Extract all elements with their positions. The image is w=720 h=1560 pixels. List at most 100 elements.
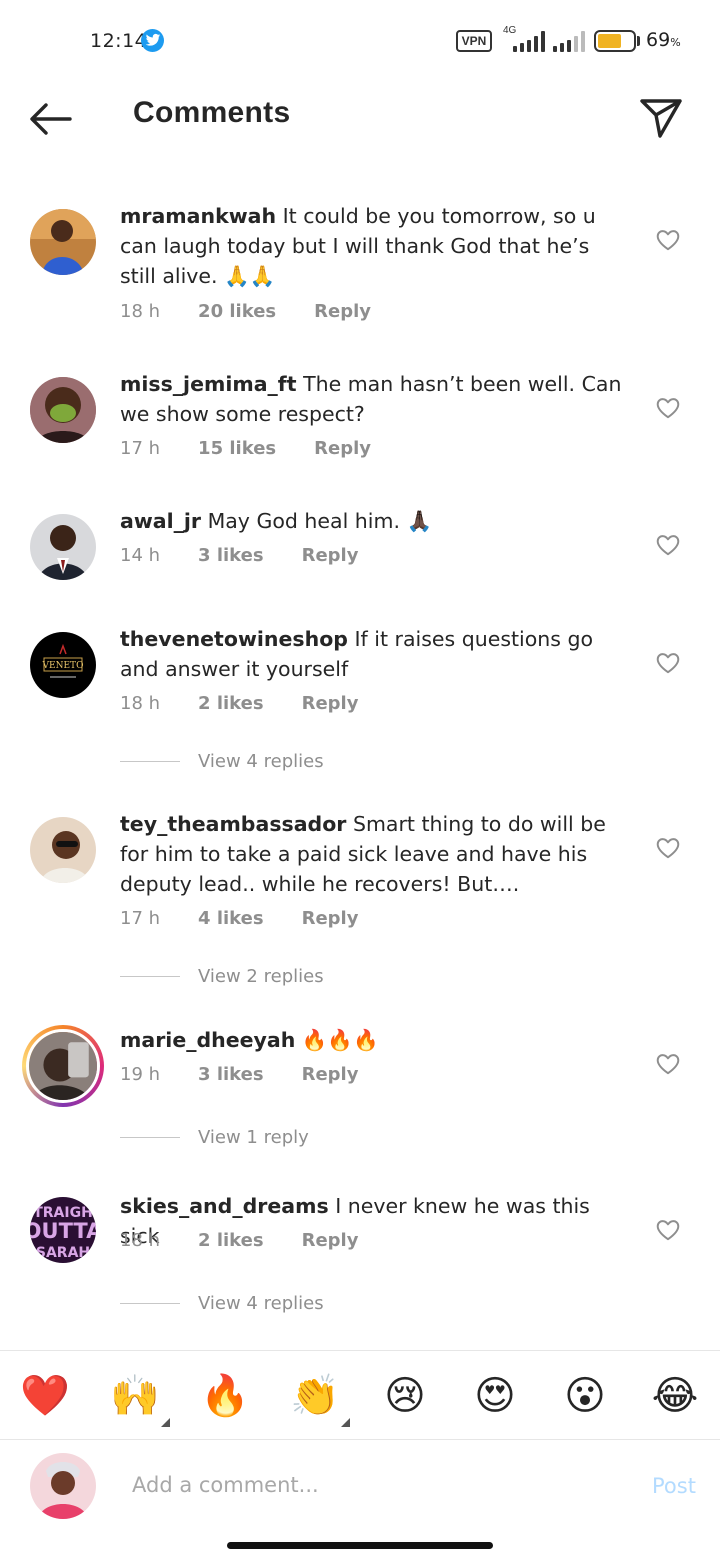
reply-button[interactable]: Reply: [302, 1064, 359, 1085]
svg-text:VENETO: VENETO: [42, 661, 84, 671]
svg-text:OUTTA: OUTTA: [30, 1219, 96, 1243]
view-replies-label: View 4 replies: [198, 1293, 324, 1314]
emoji-clapping-button[interactable]: 👏: [290, 1371, 350, 1427]
comment-username[interactable]: mramankwah: [120, 204, 276, 228]
comment-content: May God heal him. 🙏🏿: [207, 509, 433, 533]
comment-username[interactable]: tey_theambassador: [120, 812, 346, 836]
reply-button[interactable]: Reply: [302, 908, 359, 929]
divider-line: [120, 1136, 180, 1139]
vpn-badge: VPN: [456, 30, 492, 52]
comment-text: marie_dheeyah 🔥🔥🔥: [120, 1025, 630, 1055]
view-replies-label: View 2 replies: [198, 966, 324, 987]
heart-icon[interactable]: [655, 227, 681, 253]
comment-time: 18 h: [120, 301, 161, 322]
comment-time: 17 h: [120, 438, 161, 459]
header: Comments: [0, 80, 720, 160]
comment-input[interactable]: [132, 1469, 612, 1501]
avatar-inner: [26, 1029, 100, 1103]
avatar-with-story-ring[interactable]: [22, 1025, 104, 1107]
comment-username[interactable]: miss_jemima_ft: [120, 372, 297, 396]
current-user-avatar: [30, 1453, 96, 1519]
heart-icon[interactable]: [655, 650, 681, 676]
heart-icon[interactable]: [655, 532, 681, 558]
avatar-photo: [30, 209, 96, 275]
comment-likes[interactable]: 3 likes: [198, 545, 264, 566]
avatar-photo: VENETO: [30, 632, 96, 698]
back-button[interactable]: [26, 98, 76, 140]
signal-strength-secondary-icon: [553, 31, 585, 52]
page-title: Comments: [133, 96, 291, 129]
status-time: 12:14: [90, 30, 148, 52]
emoji-surprised-button[interactable]: 😮: [560, 1371, 610, 1421]
comment-meta: 14 h 3 likes Reply: [120, 545, 358, 566]
comment-meta: 18 h 2 likes Reply: [120, 693, 358, 714]
comment-meta: 18 h 20 likes Reply: [120, 301, 371, 322]
battery-percent: 69%: [646, 29, 681, 51]
emoji-raised-hands-glyph: 🙌: [110, 1373, 160, 1419]
emoji-variant-indicator: [161, 1418, 170, 1427]
comment-text: tey_theambassador Smart thing to do will…: [120, 809, 630, 899]
view-replies-button[interactable]: View 4 replies: [120, 1293, 324, 1314]
reply-button[interactable]: Reply: [314, 438, 371, 459]
battery-icon: [594, 30, 636, 52]
reply-button[interactable]: Reply: [302, 1230, 359, 1251]
avatar[interactable]: [30, 377, 96, 443]
reply-button[interactable]: Reply: [314, 301, 371, 322]
comment-meta: 19 h 3 likes Reply: [120, 1064, 358, 1085]
avatar-photo: [30, 817, 96, 883]
divider-line: [120, 760, 180, 763]
comment-likes[interactable]: 15 likes: [198, 438, 276, 459]
svg-text:SARAH: SARAH: [36, 1245, 90, 1261]
emoji-heart-button[interactable]: ❤️: [20, 1371, 70, 1421]
view-replies-button[interactable]: View 2 replies: [120, 966, 324, 987]
emoji-heart-eyes-button[interactable]: 😍: [470, 1371, 520, 1421]
comment-time: 18 h: [120, 693, 161, 714]
comment-likes[interactable]: 2 likes: [198, 693, 264, 714]
comment-username[interactable]: awal_jr: [120, 509, 201, 533]
comment-text: miss_jemima_ft The man hasn’t been well.…: [120, 369, 630, 429]
post-button[interactable]: Post: [652, 1474, 696, 1498]
view-replies-button[interactable]: View 4 replies: [120, 751, 324, 772]
comment-username[interactable]: skies_and_dreams: [120, 1194, 329, 1218]
comment-likes[interactable]: 4 likes: [198, 908, 264, 929]
comment-time: 14 h: [120, 545, 161, 566]
avatar-photo: [30, 514, 96, 580]
status-bar: 12:14 VPN 4G 69%: [0, 0, 720, 80]
avatar[interactable]: VENETO: [30, 632, 96, 698]
battery-level: [598, 34, 622, 48]
heart-icon[interactable]: [655, 395, 681, 421]
comment-likes[interactable]: 3 likes: [198, 1064, 264, 1085]
avatar-photo: [29, 1032, 97, 1100]
home-indicator[interactable]: [227, 1542, 493, 1549]
comment-composer: Post: [0, 1441, 720, 1531]
reply-button[interactable]: Reply: [302, 693, 359, 714]
emoji-clapping-glyph: 👏: [290, 1373, 340, 1419]
avatar[interactable]: TRAIGH OUTTA SARAH: [30, 1197, 96, 1263]
comment-text: awal_jr May God heal him. 🙏🏿: [120, 506, 630, 536]
comment-time: 17 h: [120, 908, 161, 929]
avatar-photo: [30, 1453, 96, 1519]
avatar[interactable]: [30, 514, 96, 580]
avatar-photo: TRAIGH OUTTA SARAH: [30, 1197, 96, 1263]
comment-username[interactable]: marie_dheeyah: [120, 1028, 295, 1052]
comment-username[interactable]: thevenetowineshop: [120, 627, 348, 651]
arrow-left-icon: [30, 103, 72, 135]
avatar[interactable]: [30, 209, 96, 275]
share-button[interactable]: [636, 95, 686, 141]
comment-likes[interactable]: 20 likes: [198, 301, 276, 322]
emoji-laughing-button[interactable]: 😂: [650, 1371, 700, 1421]
heart-icon[interactable]: [655, 835, 681, 861]
emoji-crying-button[interactable]: 😢: [380, 1371, 430, 1421]
heart-icon[interactable]: [655, 1051, 681, 1077]
comment-time: 19 h: [120, 1064, 161, 1085]
view-replies-label: View 1 reply: [198, 1127, 309, 1148]
view-replies-button[interactable]: View 1 reply: [120, 1127, 309, 1148]
avatar[interactable]: [30, 817, 96, 883]
reply-button[interactable]: Reply: [302, 545, 359, 566]
heart-icon[interactable]: [655, 1217, 681, 1243]
avatar-photo: [30, 377, 96, 443]
emoji-raised-hands-button[interactable]: 🙌: [110, 1371, 170, 1427]
comment-text: mramankwah It could be you tomorrow, so …: [120, 201, 630, 291]
emoji-fire-button[interactable]: 🔥: [200, 1371, 250, 1421]
comment-likes[interactable]: 2 likes: [198, 1230, 264, 1251]
